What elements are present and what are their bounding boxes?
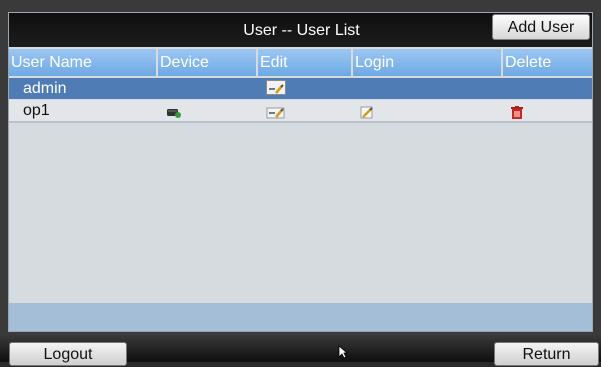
edit-icon[interactable]: [266, 80, 286, 95]
edit-cell: [258, 100, 353, 121]
table-row[interactable]: op1: [9, 100, 592, 123]
column-header-login[interactable]: Login: [353, 49, 503, 76]
column-header-edit[interactable]: Edit: [258, 49, 353, 76]
delete-trash-icon[interactable]: [509, 104, 525, 119]
user-list-window: User -- User List Add User User Name Dev…: [0, 0, 601, 366]
edit-cell: [258, 78, 353, 99]
mouse-pointer-icon: [338, 345, 348, 359]
logout-button[interactable]: Logout: [9, 342, 127, 366]
add-user-button[interactable]: Add User: [492, 14, 590, 40]
edit-icon[interactable]: [266, 104, 286, 119]
login-cell: [353, 78, 503, 99]
list-footer-band: [9, 303, 592, 331]
column-header-delete[interactable]: Delete: [503, 49, 592, 76]
column-header-user-name[interactable]: User Name: [9, 49, 158, 76]
login-cell: [353, 100, 503, 121]
login-pencil-icon[interactable]: [359, 104, 375, 119]
device-icon[interactable]: [166, 104, 182, 118]
title-bar: User -- User List Add User: [9, 13, 592, 47]
column-header-device[interactable]: Device: [158, 49, 258, 76]
delete-cell: [503, 78, 592, 99]
return-button[interactable]: Return: [494, 342, 599, 366]
table-row[interactable]: admin: [9, 78, 592, 99]
table-header: User Name Device Edit Login Delete: [9, 49, 592, 76]
device-cell: [158, 100, 258, 121]
user-name-cell: admin: [23, 80, 67, 97]
device-cell: [158, 78, 258, 99]
user-list-panel: User -- User List Add User User Name Dev…: [8, 12, 593, 332]
user-name-cell: op1: [23, 102, 50, 119]
delete-cell: [503, 100, 592, 121]
